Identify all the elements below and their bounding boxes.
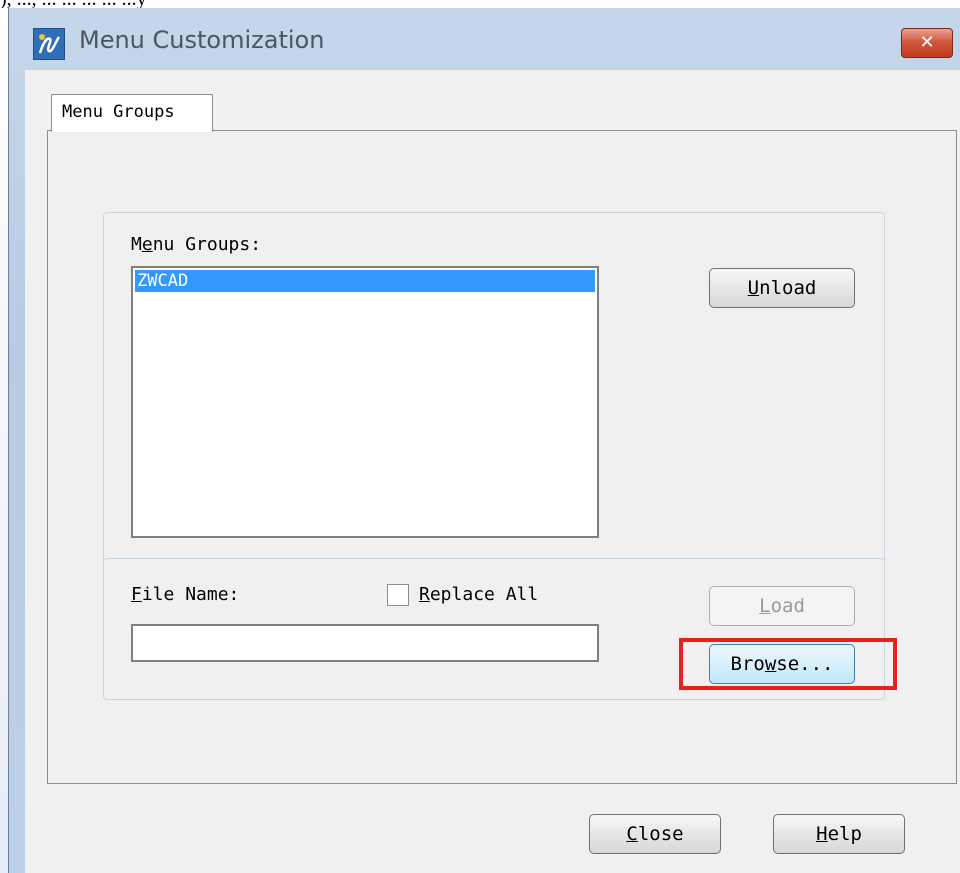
title-bar[interactable]: Menu Customization ✕ <box>9 8 960 66</box>
menu-groups-listbox[interactable]: ZWCAD <box>131 266 599 538</box>
close-icon: ✕ <box>919 32 935 53</box>
tab-menu-groups[interactable]: Menu Groups <box>51 94 213 132</box>
window-close-button[interactable]: ✕ <box>901 28 953 58</box>
annotation-highlight-box <box>679 638 897 690</box>
load-button[interactable]: Load <box>709 586 855 626</box>
close-button[interactable]: Close <box>589 814 721 854</box>
file-name-input[interactable] <box>131 624 599 662</box>
menu-groups-label: Menu Groups: <box>131 234 262 255</box>
file-name-label: File Name: <box>131 584 240 605</box>
page-text-fragment: ), ..., ... ... ... ... ...y <box>0 0 960 8</box>
dialog-client-area: Menu Groups Menu Groups: ZWCAD Unload Fi… <box>25 70 960 873</box>
replace-all-label[interactable]: Replace All <box>419 584 538 605</box>
list-item-zwcad[interactable]: ZWCAD <box>135 270 595 292</box>
window-title: Menu Customization <box>79 26 325 54</box>
tab-label: Menu Groups <box>62 102 175 122</box>
dialog-window: Menu Customization ✕ Menu Groups Menu Gr… <box>8 8 960 873</box>
unload-button[interactable]: Unload <box>709 268 855 308</box>
replace-all-checkbox[interactable] <box>387 584 409 606</box>
help-button[interactable]: Help <box>773 814 905 854</box>
background-strip <box>0 8 8 873</box>
zwcad-app-icon <box>33 28 65 60</box>
